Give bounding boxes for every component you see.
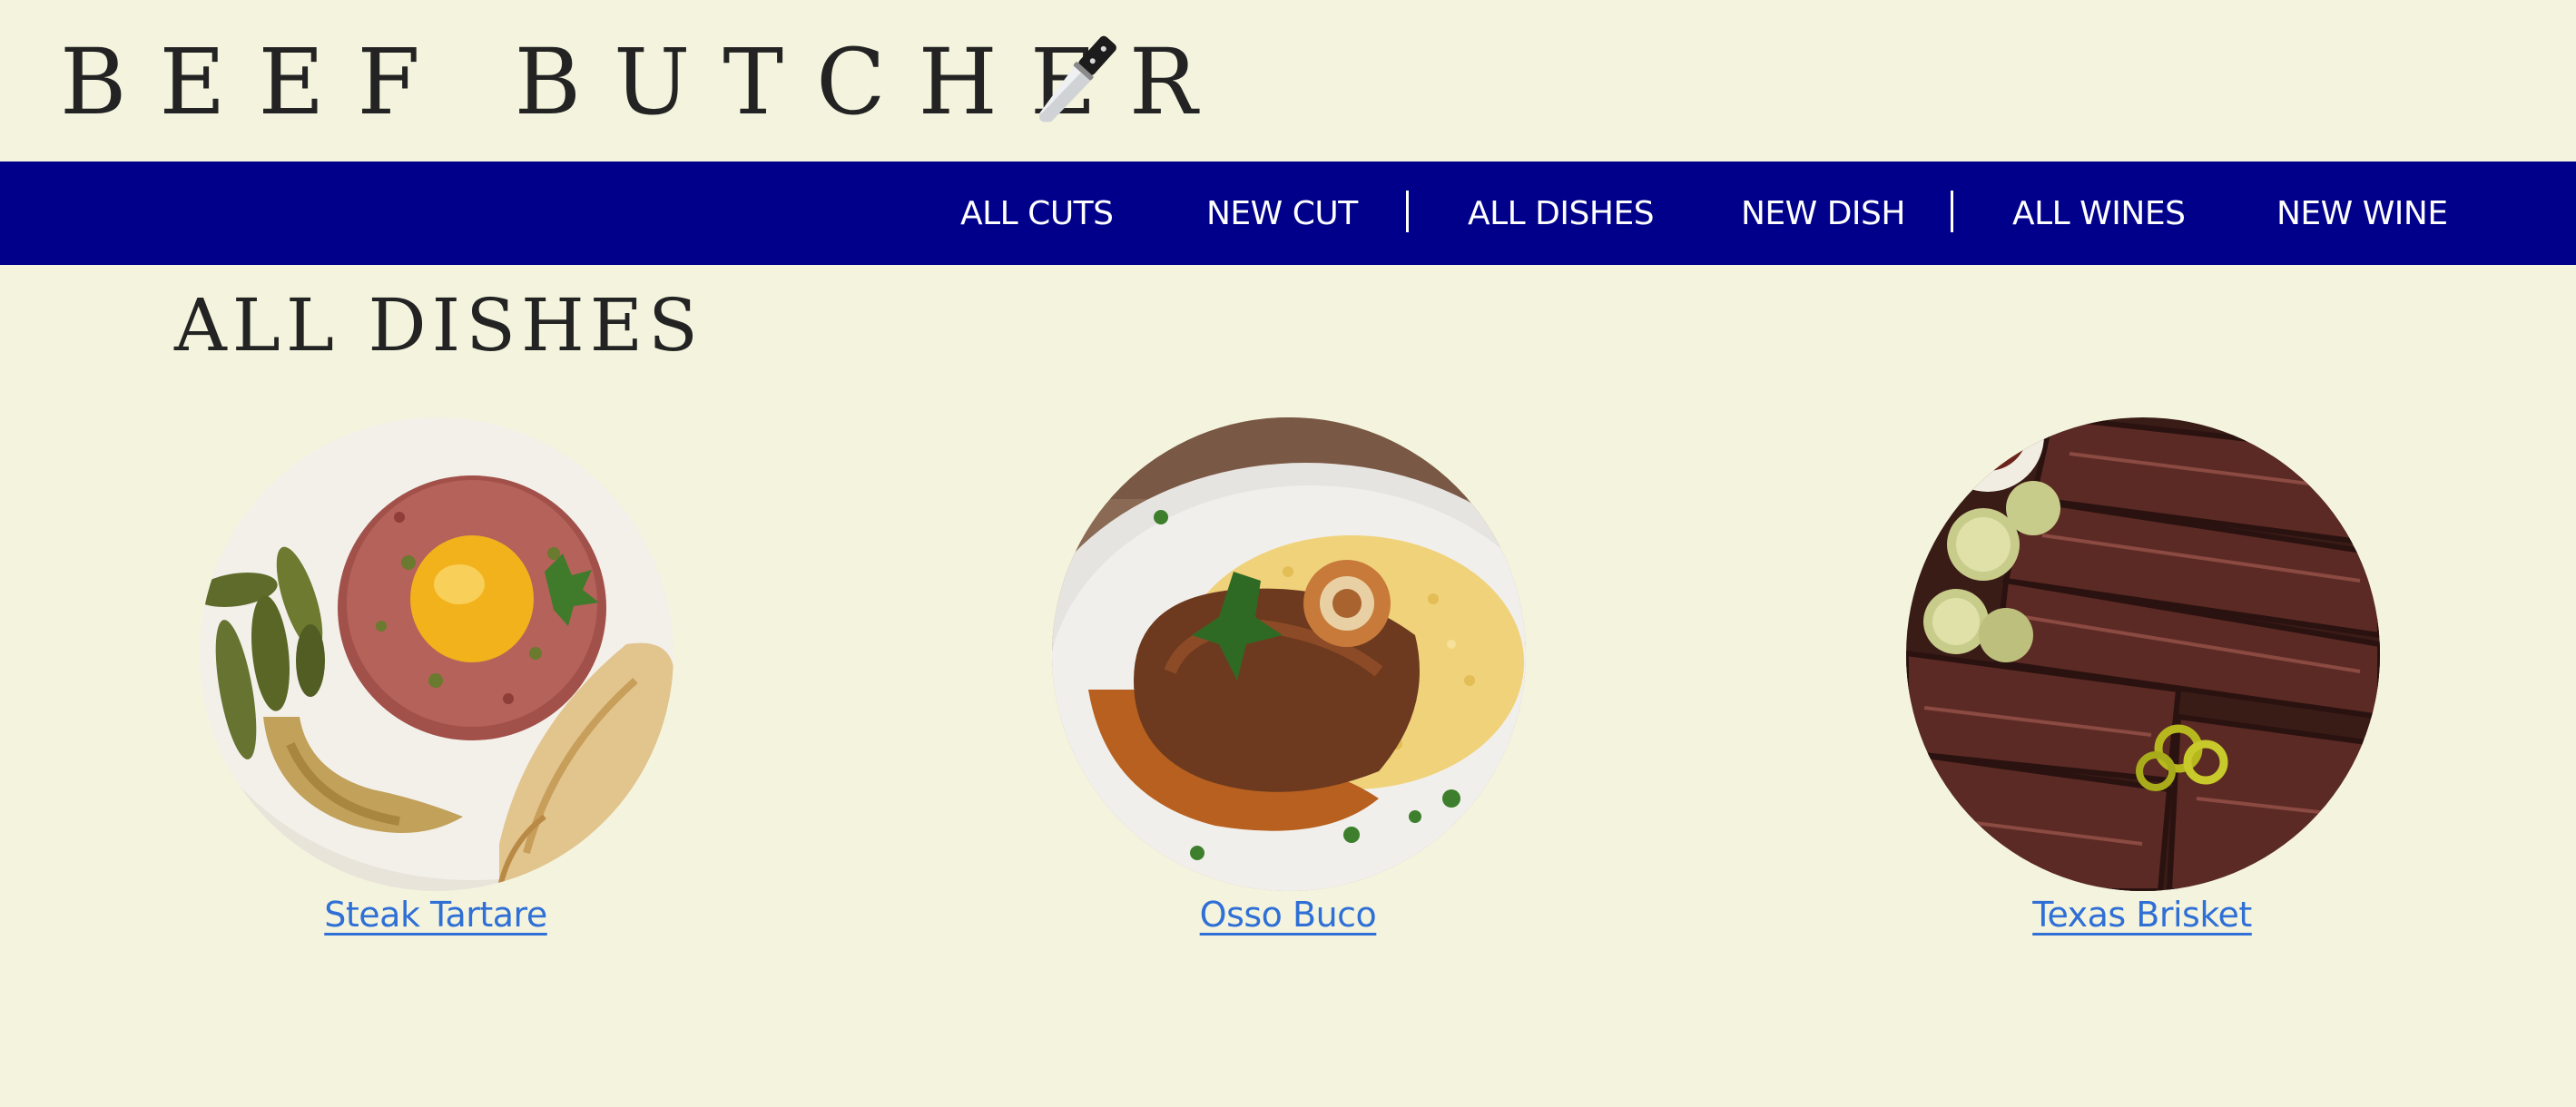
- site-header: BEEF BUTCHER: [0, 0, 2576, 162]
- nav-all-cuts[interactable]: ALL CUTS: [960, 162, 1114, 265]
- nav-all-dishes[interactable]: ALL DISHES: [1468, 162, 1655, 265]
- steak-tartare-photo[interactable]: [200, 417, 673, 891]
- nav-divider: [1951, 191, 1953, 232]
- dish-card: Steak Tartare: [191, 417, 681, 953]
- nav-all-wines[interactable]: ALL WINES: [2012, 162, 2186, 265]
- dish-link-steak-tartare[interactable]: Steak Tartare: [191, 895, 681, 935]
- nav-new-wine[interactable]: NEW WINE: [2276, 162, 2448, 265]
- dish-link-osso-buco[interactable]: Osso Buco: [1043, 895, 1533, 935]
- nav-new-cut[interactable]: NEW CUT: [1206, 162, 1358, 265]
- dish-link-texas-brisket[interactable]: Texas Brisket: [1897, 895, 2387, 935]
- osso-buco-photo[interactable]: [1052, 417, 1526, 891]
- nav-new-dish[interactable]: NEW DISH: [1741, 162, 1905, 265]
- page-title: ALL DISHES: [174, 283, 703, 367]
- dish-card: Osso Buco: [1043, 417, 1533, 953]
- texas-brisket-photo[interactable]: [1906, 417, 2380, 891]
- main-navbar: ALL CUTS NEW CUT ALL DISHES NEW DISH ALL…: [0, 162, 2576, 265]
- kitchen-knife-icon: [1038, 35, 1116, 122]
- nav-divider: [1406, 191, 1409, 232]
- dish-card: Texas Brisket: [1897, 417, 2387, 953]
